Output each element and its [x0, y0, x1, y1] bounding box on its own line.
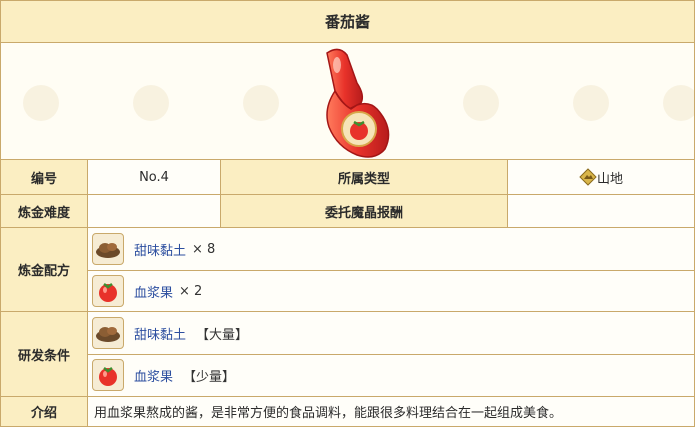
recipe-item-qty: × 8 [192, 241, 216, 257]
recipe-item: 甜味黏土 × 8 [88, 228, 694, 270]
research-item-amount: 【少量】 [183, 369, 236, 385]
reward-value [508, 195, 694, 227]
item-image-area [1, 43, 694, 160]
recipe-label: 炼金配方 [1, 228, 88, 311]
number-label: 编号 [1, 160, 88, 194]
research-label: 研发条件 [1, 312, 88, 396]
recipe-item: 血浆果 × 2 [88, 270, 694, 312]
recipe-item-qty: × 2 [179, 283, 203, 299]
research-item: 血浆果 【少量】 [88, 354, 694, 396]
clay-icon[interactable] [92, 317, 124, 349]
recipe-row: 炼金配方 甜味黏土 × 8 血浆果 × 2 [1, 228, 694, 312]
intro-label: 介绍 [1, 397, 88, 426]
research-row: 研发条件 甜味黏土 【大量】 血浆果 【少量】 [1, 312, 694, 397]
berry-icon[interactable] [92, 275, 124, 307]
reward-label: 委托魔晶报酬 [221, 195, 508, 227]
research-item-amount: 【大量】 [196, 327, 249, 343]
type-label: 所属类型 [221, 160, 508, 194]
difficulty-label: 炼金难度 [1, 195, 88, 227]
mountain-type-icon [579, 168, 597, 186]
recipe-item-name-link[interactable]: 甜味黏土 [134, 240, 186, 259]
intro-row: 介绍 用血浆果熬成的酱，是非常方便的食品调料，能跟很多料理结合在一起组成美食。 [1, 397, 694, 426]
intro-text: 用血浆果熬成的酱，是非常方便的食品调料，能跟很多料理结合在一起组成美食。 [88, 397, 694, 426]
recipe-item-name-link[interactable]: 血浆果 [134, 282, 173, 301]
research-item-name-link[interactable]: 甜味黏土 [134, 324, 186, 343]
berry-icon[interactable] [92, 359, 124, 391]
tomato-sauce-bottle-icon [326, 48, 390, 158]
item-card: 番茄酱 编号 No.4 所属类型 山地 炼金难度 委托魔晶报酬 炼金配方 甜味黏… [0, 0, 695, 427]
research-item: 甜味黏土 【大量】 [88, 312, 694, 354]
type-value-text: 山地 [596, 171, 623, 187]
number-row: 编号 No.4 所属类型 山地 [1, 160, 694, 195]
item-title: 番茄酱 [1, 1, 694, 43]
difficulty-row: 炼金难度 委托魔晶报酬 [1, 195, 694, 228]
type-value: 山地 [508, 160, 694, 194]
difficulty-value [88, 195, 221, 227]
research-item-name-link[interactable]: 血浆果 [134, 366, 173, 385]
number-value: No.4 [88, 160, 221, 194]
clay-icon[interactable] [92, 233, 124, 265]
